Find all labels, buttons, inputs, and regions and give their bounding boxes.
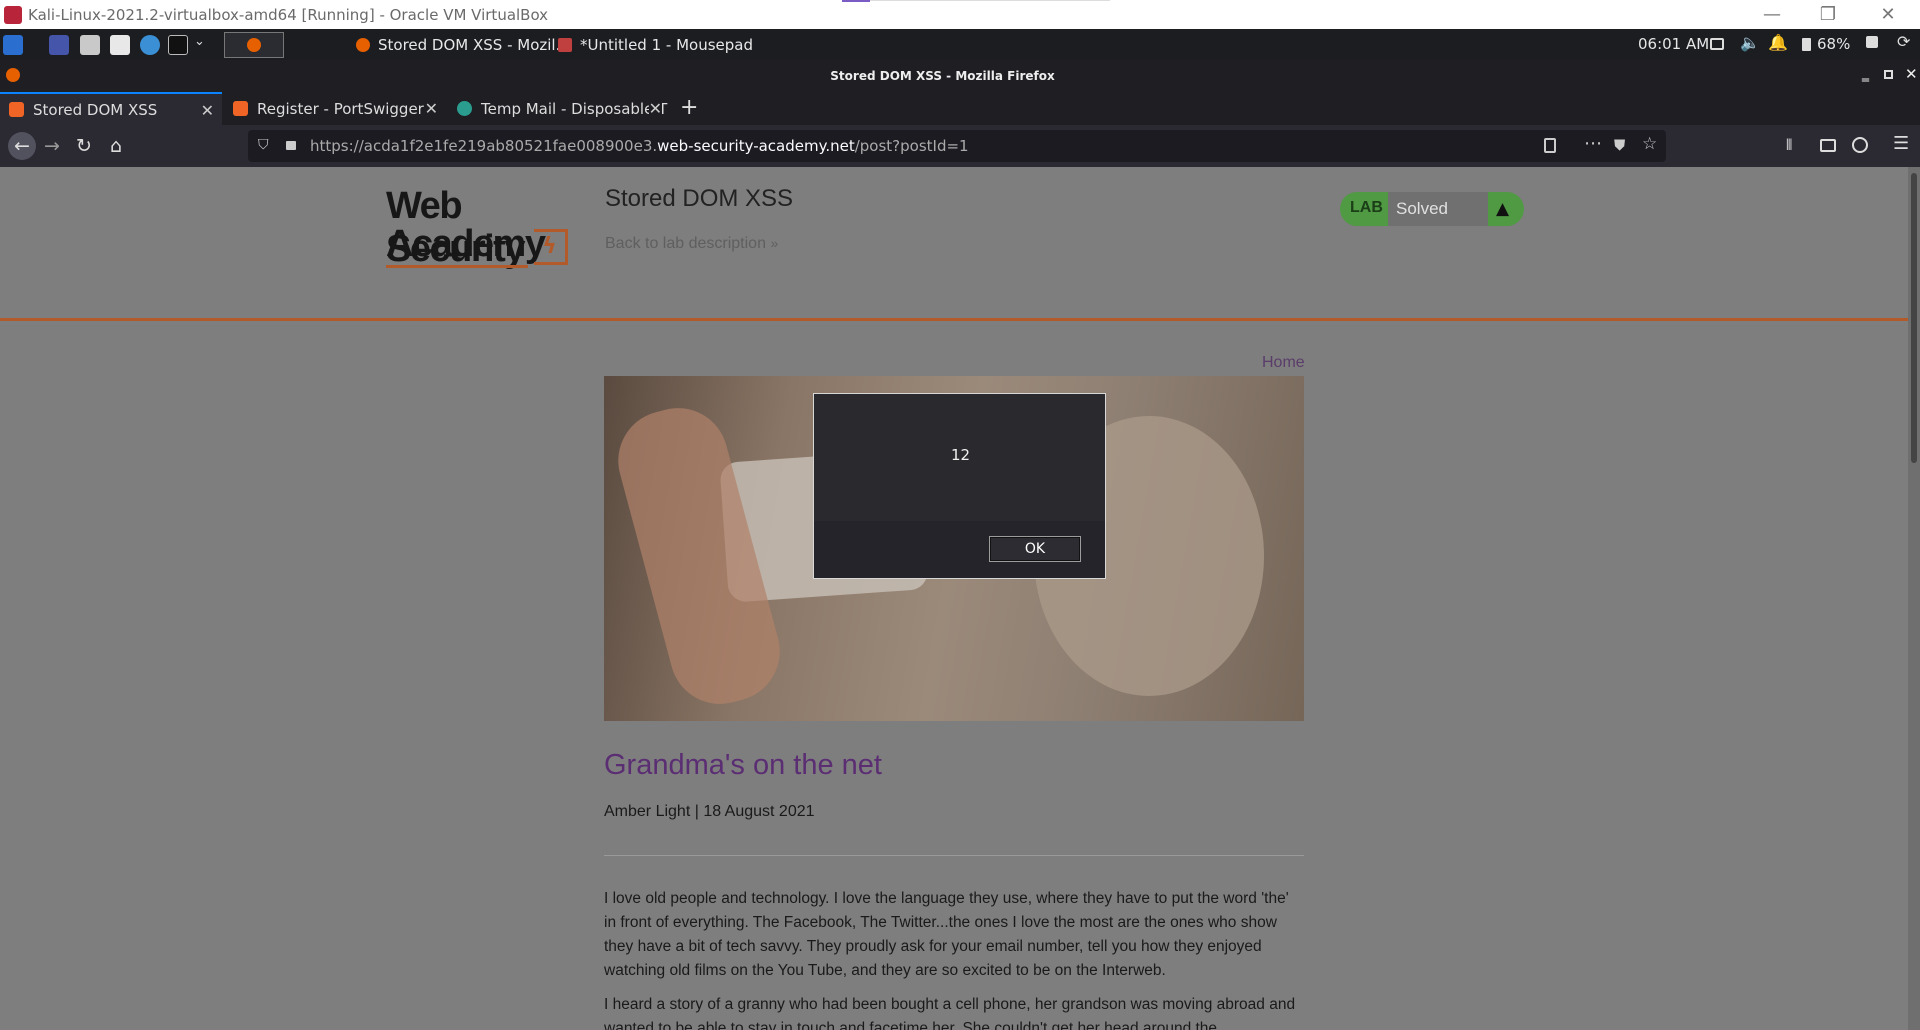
alert-dialog: 12 OK [813, 393, 1106, 579]
logo-line-2: Academy [386, 223, 546, 265]
reload-button[interactable]: ↻ [72, 134, 96, 158]
post-paragraph: I love old people and technology. I love… [604, 890, 1289, 979]
volume-icon[interactable]: 🔈 [1740, 33, 1760, 52]
more-actions-icon[interactable]: ⋯ [1584, 133, 1602, 154]
url-bar[interactable]: ⛉ https://acda1f2e1fe219ab80521fae008900… [248, 130, 1666, 162]
flask-icon: ▲ [1496, 199, 1510, 219]
tab-stored-dom-xss[interactable]: Stored DOM XSS ✕ [0, 92, 222, 125]
tab-label: Temp Mail - Disposable T [481, 99, 668, 118]
file-manager-icon[interactable] [80, 35, 100, 55]
close-button[interactable]: ✕ [1905, 65, 1918, 83]
library-icon[interactable]: ⫴ [1786, 136, 1792, 154]
portswigger-icon [233, 101, 248, 116]
lock-icon[interactable] [286, 141, 296, 150]
display-icon[interactable] [1710, 38, 1724, 50]
double-chevron-right-icon: » [770, 235, 779, 251]
home-link[interactable]: Home [1262, 354, 1305, 372]
notification-bell-icon[interactable]: 🔔 [1768, 33, 1788, 52]
tracking-protection-icon[interactable]: ⛉ [258, 137, 269, 153]
battery-icon[interactable] [1802, 38, 1811, 51]
navigation-toolbar: ← → ↻ ⌂ ⛉ https://acda1f2e1fe219ab80521f… [0, 125, 1920, 167]
lab-title: Stored DOM XSS [605, 185, 794, 212]
clock[interactable]: 06:01 AM [1638, 35, 1709, 53]
back-to-lab-link[interactable]: Back to lab description » [605, 235, 778, 253]
kali-panel: ⌄ Stored DOM XSS - Mozil... *Untitled 1 … [0, 29, 1920, 60]
forward-button[interactable]: → [40, 134, 64, 158]
home-button[interactable]: ⌂ [104, 134, 128, 158]
close-tab-icon[interactable]: ✕ [201, 101, 214, 120]
post-meta: Amber Light | 18 August 2021 [604, 803, 815, 820]
alert-message: 12 [950, 446, 971, 464]
firefox-launcher[interactable] [224, 32, 284, 58]
task-label: *Untitled 1 - Mousepad [580, 36, 753, 54]
header-divider [0, 318, 1908, 321]
web-page: Web Security Academy ϟ Stored DOM XSS Ba… [0, 167, 1908, 1030]
lab-status-text: Solved [1396, 199, 1448, 218]
account-icon[interactable] [1852, 137, 1868, 153]
url-text[interactable]: https://acda1f2e1fe219ab80521fae008900e3… [310, 137, 969, 155]
minimize-button[interactable]: — [1744, 0, 1800, 29]
ok-button[interactable]: OK [989, 536, 1081, 562]
firefox-window-title: Stored DOM XSS - Mozilla Firefox [830, 69, 1055, 83]
task-mousepad[interactable]: *Untitled 1 - Mousepad [558, 34, 753, 56]
task-label: Stored DOM XSS - Mozil... [378, 36, 570, 54]
web-browser-icon[interactable] [140, 35, 160, 55]
firefox-titlebar: Stored DOM XSS - Mozilla Firefox ‗ ✕ [0, 60, 1920, 92]
kali-menu-icon[interactable] [3, 35, 23, 55]
menu-icon[interactable]: ☰ [1893, 133, 1909, 154]
tab-strip: Stored DOM XSS ✕ Register - PortSwigger … [0, 92, 1920, 125]
post-paragraph: I heard a story of a granny who had been… [604, 996, 1296, 1030]
logout-icon[interactable]: ⟳ [1897, 32, 1910, 51]
maximize-button[interactable] [1884, 70, 1893, 79]
titlebar-accent [842, 0, 870, 2]
back-link-label: Back to lab description [605, 235, 766, 252]
tab-register[interactable]: Register - PortSwigger ✕ [224, 92, 446, 125]
virtualbox-window-title: Kali-Linux-2021.2-virtualbox-amd64 [Runn… [28, 5, 549, 24]
pocket-icon[interactable]: ⛊ [1614, 136, 1625, 154]
logo-lightning-icon: ϟ [534, 229, 568, 265]
close-button[interactable]: ✕ [1860, 0, 1916, 29]
bookmark-star-icon[interactable]: ☆ [1642, 134, 1657, 154]
tab-label: Register - PortSwigger [257, 99, 424, 118]
new-tab-button[interactable]: + [680, 95, 698, 120]
post-divider [604, 855, 1304, 856]
lab-status-badge[interactable]: LAB Solved ▲ [1340, 192, 1524, 226]
tab-temp-mail[interactable]: Temp Mail - Disposable T ✕ [448, 92, 670, 125]
titlebar-accent-line [870, 0, 1110, 1]
lab-badge-label: LAB [1350, 199, 1383, 216]
virtualbox-icon [4, 5, 22, 24]
temp-mail-icon [457, 101, 472, 116]
lab-status-field: Solved [1388, 192, 1488, 226]
reader-view-icon[interactable] [1544, 138, 1556, 153]
close-tab-icon[interactable]: ✕ [425, 99, 438, 118]
tab-label: Stored DOM XSS [33, 100, 158, 119]
post-title: Grandma's on the net [604, 749, 882, 781]
text-editor-icon[interactable] [110, 35, 130, 55]
task-firefox[interactable]: Stored DOM XSS - Mozil... [356, 34, 570, 56]
virtualbox-titlebar: Kali-Linux-2021.2-virtualbox-amd64 [Runn… [0, 0, 1920, 29]
firefox-icon [247, 38, 261, 52]
restore-button[interactable]: ❐ [1800, 0, 1856, 29]
mousepad-icon [558, 38, 572, 52]
battery-percent: 68% [1817, 35, 1851, 53]
portswigger-icon [9, 102, 24, 117]
sidebar-icon[interactable] [1820, 139, 1836, 152]
back-button[interactable]: ← [8, 132, 36, 160]
chevron-down-icon[interactable]: ⌄ [194, 34, 205, 49]
academy-logo[interactable]: Web Security Academy ϟ [386, 185, 586, 277]
scrollbar-thumb[interactable] [1911, 173, 1917, 463]
workspace-icon[interactable] [49, 35, 69, 55]
close-tab-icon[interactable]: ✕ [648, 99, 662, 118]
firefox-icon [356, 38, 370, 52]
terminal-icon[interactable] [168, 35, 188, 55]
lock-screen-icon[interactable] [1866, 36, 1878, 48]
minimize-button[interactable]: ‗ [1862, 66, 1869, 82]
logo-underline [386, 265, 528, 268]
